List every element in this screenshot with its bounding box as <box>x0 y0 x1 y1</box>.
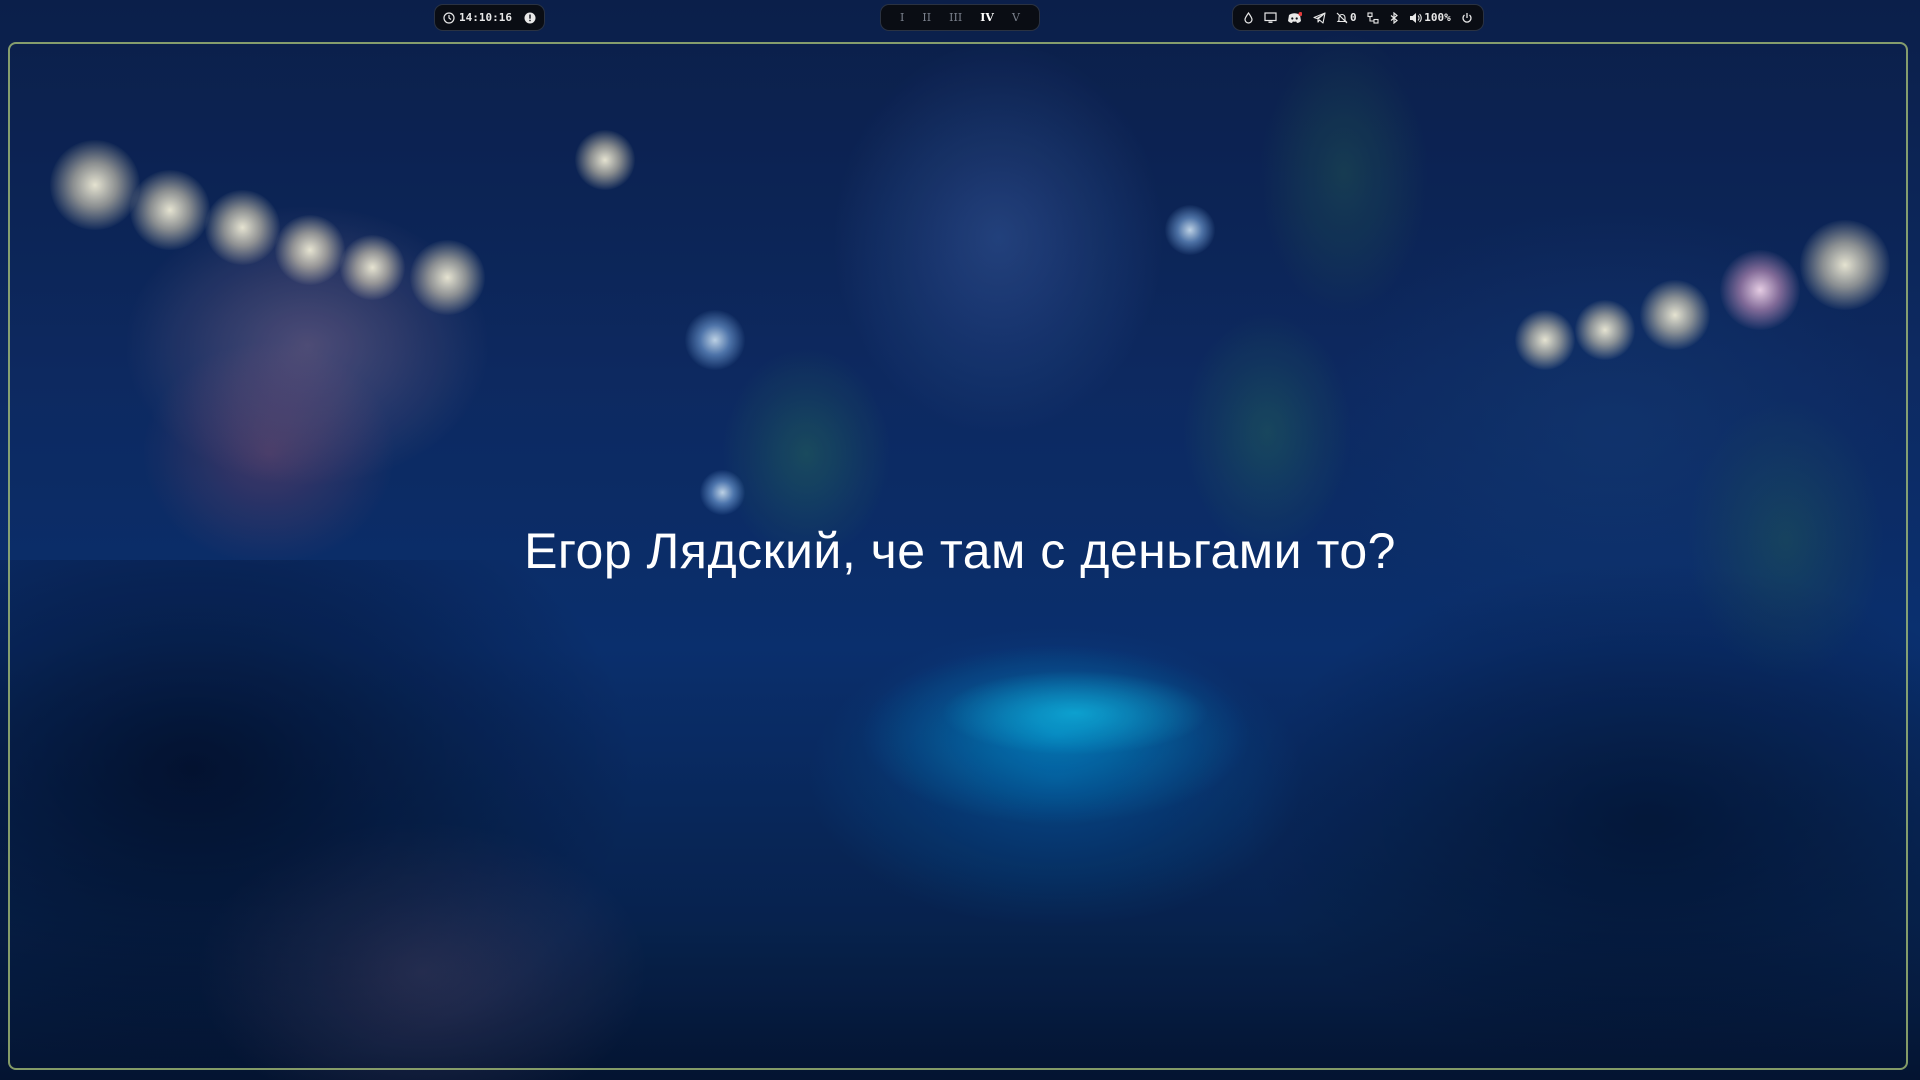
window-message: Егор Лядский, че там с деньгами то? <box>524 523 1396 579</box>
telegram-icon[interactable] <box>1313 11 1326 24</box>
clock-time: 14:10:16 <box>459 11 512 24</box>
workspace-5[interactable]: V <box>1012 11 1020 24</box>
workspace-2[interactable]: II <box>922 11 931 24</box>
workspace-4[interactable]: IV <box>980 11 994 24</box>
workspace-3[interactable]: III <box>949 11 962 24</box>
desktop: Егор Лядский, че там с деньгами то? 14:1… <box>0 0 1920 1080</box>
discord-icon[interactable] <box>1287 11 1303 24</box>
droplet-icon[interactable] <box>1243 11 1254 24</box>
clock-widget[interactable]: 14:10:16 <box>434 4 545 31</box>
power-icon[interactable] <box>1461 12 1473 24</box>
workspace-switcher: I II III IV V <box>880 4 1040 31</box>
bluetooth-icon[interactable] <box>1389 11 1399 24</box>
notifications-off-icon <box>1336 12 1348 24</box>
workspace-1[interactable]: I <box>900 11 904 24</box>
system-tray: 0 100% <box>1232 4 1484 31</box>
volume-level: 100% <box>1424 11 1451 24</box>
network-icon[interactable] <box>1367 11 1379 24</box>
volume-icon <box>1409 12 1422 24</box>
info-circle-icon[interactable] <box>524 12 536 24</box>
monitor-icon[interactable] <box>1264 11 1277 24</box>
notifications-widget[interactable]: 0 <box>1336 11 1357 24</box>
volume-widget[interactable]: 100% <box>1409 11 1451 24</box>
notification-count: 0 <box>1349 11 1357 24</box>
clock-icon <box>443 11 455 24</box>
